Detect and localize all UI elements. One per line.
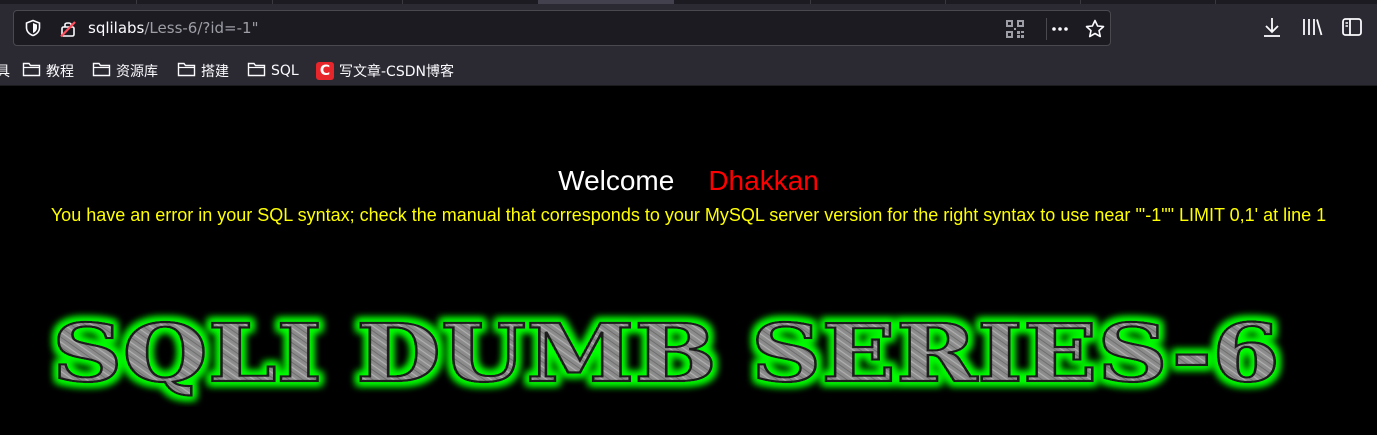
username-text: Dhakkan	[708, 165, 819, 196]
bookmark-folder-tutorial[interactable]: 教程	[22, 61, 74, 81]
banner-text: SQLI DUMB SERIES-6	[52, 306, 1280, 400]
bookmark-folder-resources[interactable]: 资源库	[92, 61, 158, 81]
insecure-lock-icon[interactable]	[58, 19, 78, 43]
welcome-line: Welcome Dhakkan	[0, 165, 1377, 197]
bookmark-partial[interactable]: 具	[0, 61, 10, 81]
shield-icon[interactable]	[24, 19, 42, 41]
bookmark-csdn-write[interactable]: C 写文章-CSDN博客	[316, 61, 454, 81]
download-icon[interactable]	[1262, 16, 1282, 42]
folder-icon	[177, 61, 196, 81]
more-actions-icon[interactable]	[1050, 19, 1070, 43]
bookmarks-toolbar: 具 教程 资源库 搭建 SQL C 写文章-CSDN博客	[0, 56, 1377, 86]
url-text[interactable]: sqlilabs/Less-6/?id=-1"	[88, 19, 258, 37]
bookmark-star-icon[interactable]	[1084, 18, 1106, 44]
sidebar-icon[interactable]	[1341, 16, 1363, 42]
sql-error-message: You have an error in your SQL syntax; ch…	[50, 205, 1327, 225]
welcome-text: Welcome	[558, 165, 675, 196]
folder-icon	[247, 61, 266, 81]
page-content: Welcome Dhakkan You have an error in your…	[0, 87, 1377, 435]
folder-icon	[22, 61, 41, 81]
bookmark-folder-setup[interactable]: 搭建	[177, 61, 229, 81]
address-bar-divider	[1046, 18, 1047, 40]
browser-toolbar: sqlilabs/Less-6/?id=-1"	[0, 4, 1377, 56]
bookmark-folder-sql[interactable]: SQL	[247, 61, 299, 81]
address-bar[interactable]: sqlilabs/Less-6/?id=-1"	[13, 10, 1111, 46]
error-line: You have an error in your SQL syntax; ch…	[0, 205, 1377, 231]
qr-code-icon[interactable]	[1005, 19, 1025, 43]
folder-icon	[92, 61, 111, 81]
csdn-logo-icon: C	[316, 62, 334, 80]
sqli-banner-image: SQLI DUMB SERIES-6	[0, 297, 1377, 407]
library-icon[interactable]	[1301, 16, 1323, 42]
